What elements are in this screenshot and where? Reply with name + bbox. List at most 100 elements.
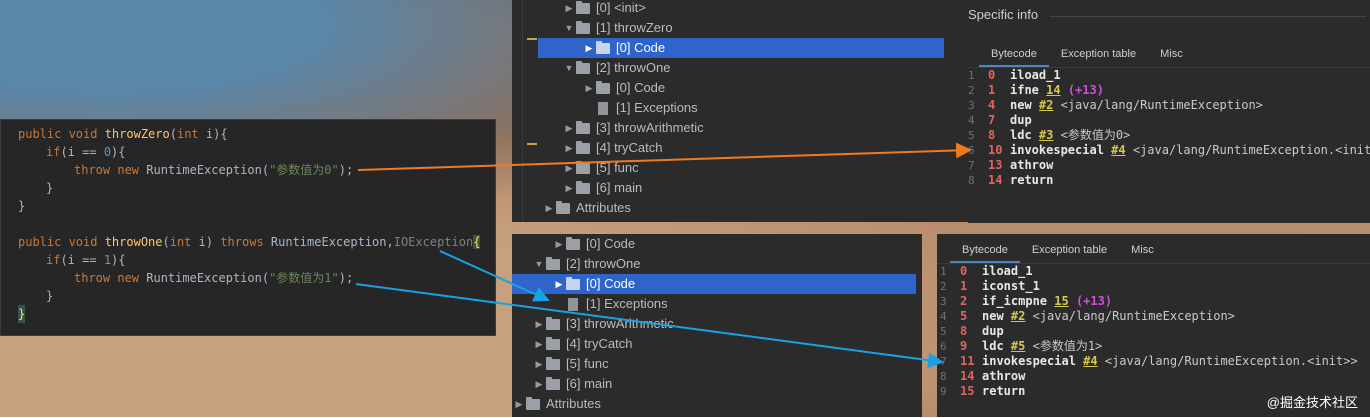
bytecode-offset: 1: [960, 279, 968, 293]
constant-ref[interactable]: #4: [1083, 354, 1097, 368]
file-icon: [568, 297, 578, 311]
constant-ref[interactable]: #4: [1111, 143, 1125, 157]
opcode: athrow: [1010, 158, 1054, 172]
expand-arrow-icon[interactable]: ▶: [532, 354, 546, 374]
opcode: ldc: [1010, 128, 1032, 142]
line-number: 9: [940, 385, 947, 398]
expand-arrow-icon[interactable]: ▶: [552, 234, 566, 254]
collapse-arrow-icon[interactable]: ▼: [532, 254, 546, 274]
bytecode-offset: 9: [960, 339, 968, 353]
tab-bytecode[interactable]: Bytecode: [950, 239, 1020, 263]
bytecode-offset: 2: [960, 294, 968, 308]
bytecode-line: 1 0 iload_1: [968, 68, 1061, 83]
line-number: 6: [968, 144, 975, 157]
tree-node-label: [5] func: [596, 160, 639, 175]
constant-comment: <参数值为0>: [1060, 128, 1131, 142]
source-line-10: }: [18, 305, 26, 323]
bytecode-offset: 10: [988, 143, 1003, 157]
tab-exception-table[interactable]: Exception table: [1049, 43, 1148, 65]
tree-node[interactable]: ▶ [4] tryCatch: [538, 138, 944, 158]
bytecode-line: 2 1 ifne 14 (+13): [968, 83, 1104, 98]
line-number: 5: [968, 129, 975, 142]
constant-ref[interactable]: #5: [1011, 339, 1025, 353]
expand-arrow-icon[interactable]: ▶: [562, 178, 576, 198]
source-line-3: throw new RuntimeException("参数值为0");: [74, 161, 353, 179]
bytecode-line: 7 13 athrow: [968, 158, 1053, 173]
folder-icon: [576, 160, 590, 174]
matched-brace: {: [473, 235, 481, 249]
tree-node-label: [1] Exceptions: [616, 100, 698, 115]
tree-node[interactable]: ▶ [6] main: [538, 178, 944, 198]
tree-node[interactable]: ▼ [2] throwOne: [538, 58, 944, 78]
tree-node[interactable]: ▶ [0] Code: [512, 274, 916, 294]
line-number: 2: [968, 84, 975, 97]
tree-node[interactable]: [1] Exceptions: [538, 98, 944, 118]
tree-node-label: [3] throwArithmetic: [596, 120, 704, 135]
expand-arrow-icon[interactable]: ▶: [582, 38, 596, 58]
expand-arrow-icon[interactable]: ▶: [562, 138, 576, 158]
expand-arrow-icon[interactable]: ▶: [532, 374, 546, 394]
tree-node[interactable]: ▶ Attributes: [538, 198, 944, 218]
collapse-arrow-icon[interactable]: ▼: [562, 18, 576, 38]
expand-arrow-icon[interactable]: ▶: [562, 118, 576, 138]
tab-bytecode[interactable]: Bytecode: [979, 43, 1049, 67]
tab-exception-table[interactable]: Exception table: [1020, 239, 1119, 261]
tree-node[interactable]: ▼ [1] throwZero: [538, 18, 944, 38]
keyword: throws: [220, 235, 271, 249]
line-number: 3: [940, 295, 947, 308]
tree-node[interactable]: ▶ Attributes: [512, 394, 916, 414]
punct: ){: [111, 253, 126, 267]
folder-icon: [576, 20, 590, 34]
expand-arrow-icon[interactable]: ▶: [552, 274, 566, 294]
line-number: 1: [940, 265, 947, 278]
tree-node[interactable]: ▶ [3] throwArithmetic: [512, 314, 916, 334]
source-line-7: if(i == 1){: [46, 251, 126, 269]
line-number: 7: [968, 159, 975, 172]
expand-arrow-icon[interactable]: ▶: [542, 198, 556, 218]
opcode: invokespecial: [1010, 143, 1104, 157]
tree-node-label: Attributes: [576, 200, 631, 215]
tree-node[interactable]: ▶ [0] Code: [538, 38, 944, 58]
tree-node[interactable]: ▼ [2] throwOne: [512, 254, 916, 274]
expand-arrow-icon[interactable]: ▶: [562, 158, 576, 178]
constant-ref[interactable]: 15: [1054, 294, 1068, 308]
tree-node[interactable]: ▶ [3] throwArithmetic: [538, 118, 944, 138]
tree-node[interactable]: [1] Exceptions: [512, 294, 916, 314]
line-number: 4: [968, 114, 975, 127]
source-line-5: }: [18, 199, 26, 213]
folder-icon: [576, 180, 590, 194]
tree-node[interactable]: ▶ [0] Code: [538, 78, 944, 98]
tree-node[interactable]: ▶ [0] Code: [512, 234, 916, 254]
tree-node[interactable]: ▶ [5] func: [512, 354, 916, 374]
expand-arrow-icon[interactable]: ▶: [582, 78, 596, 98]
tree-node[interactable]: ▶ [5] func: [538, 158, 944, 178]
bytecode-offset: 1: [988, 83, 996, 97]
specific-info-divider: [1050, 16, 1366, 17]
tree-node[interactable]: ▶ [0] <init>: [538, 0, 944, 18]
constant-ref[interactable]: #3: [1039, 128, 1053, 142]
expand-arrow-icon[interactable]: ▶: [532, 314, 546, 334]
opcode: new: [982, 309, 1004, 323]
expand-arrow-icon[interactable]: ▶: [532, 334, 546, 354]
expand-arrow-icon[interactable]: ▶: [512, 394, 526, 414]
collapse-arrow-icon[interactable]: ▼: [562, 58, 576, 78]
bytecode-offset: 14: [988, 173, 1003, 187]
tree-node[interactable]: ▶ [4] tryCatch: [512, 334, 916, 354]
method-name: throwZero: [104, 127, 170, 141]
tab-misc[interactable]: Misc: [1119, 239, 1166, 261]
line-number: 7: [940, 355, 947, 368]
constant-comment: <java/lang/RuntimeException>: [1060, 98, 1263, 112]
line-number: 5: [940, 325, 947, 338]
opcode: return: [1010, 173, 1054, 187]
folder-icon: [576, 120, 590, 134]
tree-node-label: [0] Code: [586, 236, 636, 251]
constant-ref[interactable]: 14: [1046, 83, 1060, 97]
tree-node-label: [2] throwOne: [596, 60, 671, 75]
tab-misc[interactable]: Misc: [1148, 43, 1195, 65]
bytecode-offset: 8: [988, 128, 996, 142]
constant-ref[interactable]: #2: [1039, 98, 1053, 112]
tree-node[interactable]: ▶ [6] main: [512, 374, 916, 394]
expand-arrow-icon[interactable]: ▶: [562, 0, 576, 18]
line-number: 1: [968, 69, 975, 82]
constant-ref[interactable]: #2: [1011, 309, 1025, 323]
